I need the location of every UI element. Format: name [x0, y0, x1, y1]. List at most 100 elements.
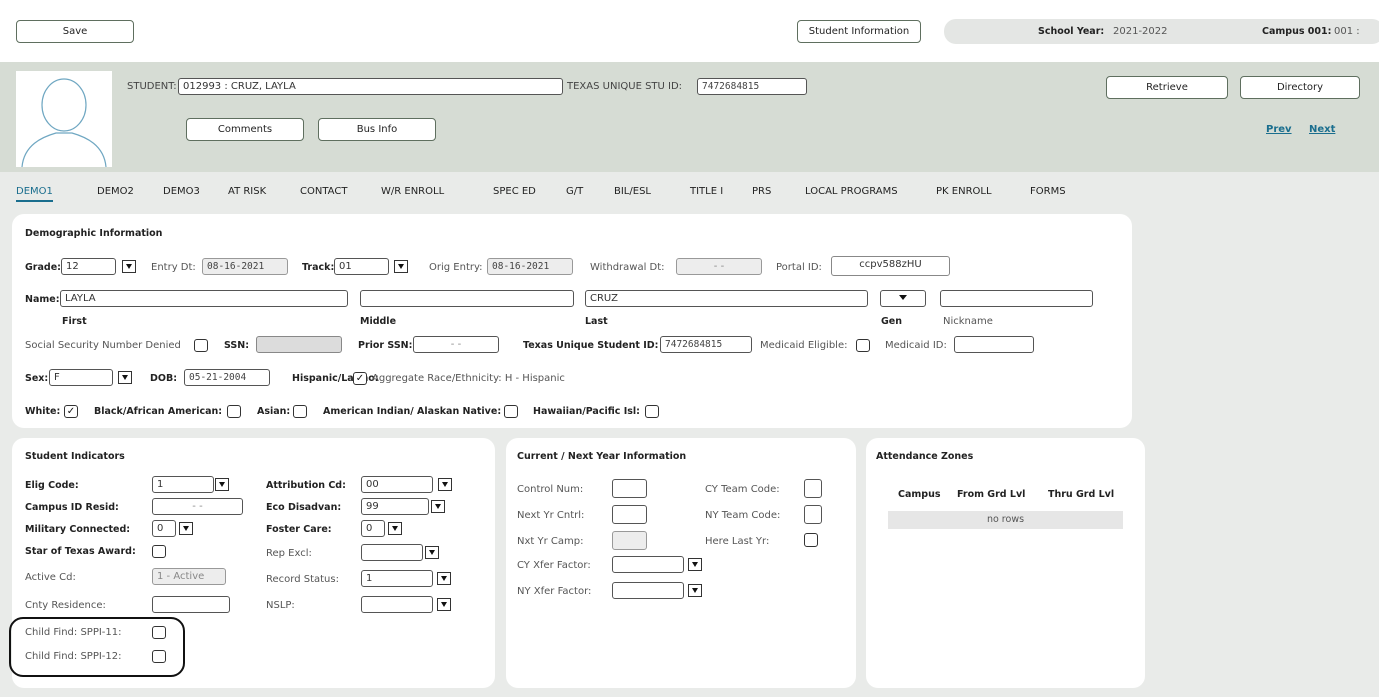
tab-contact[interactable]: CONTACT — [300, 186, 347, 197]
ny-xfer-field[interactable] — [612, 582, 684, 599]
tab-gt[interactable]: G/T — [566, 186, 583, 197]
nickname-caption: Nickname — [943, 316, 993, 327]
next-yr-cntrl-field[interactable] — [612, 505, 647, 524]
asian-label: Asian: — [257, 406, 291, 417]
sex-field[interactable]: F — [49, 369, 113, 386]
campus-id-resid-field[interactable]: - - — [152, 498, 243, 515]
entry-dt-field: 08-16-2021 — [202, 258, 288, 275]
student-field[interactable]: 012993 : CRUZ, LAYLA — [178, 78, 563, 95]
cy-xfer-dropdown-icon[interactable] — [688, 558, 702, 571]
ssn-label: SSN: — [224, 340, 250, 351]
gen-select[interactable] — [880, 290, 926, 307]
tab-local-programs[interactable]: LOCAL PROGRAMS — [805, 186, 898, 197]
dob-field[interactable]: 05-21-2004 — [184, 369, 270, 386]
last-name-field[interactable]: CRUZ — [585, 290, 868, 307]
tab-demo2[interactable]: DEMO2 — [97, 186, 134, 197]
grade-dropdown-icon[interactable] — [122, 260, 136, 273]
nickname-field[interactable] — [940, 290, 1093, 307]
active-cd-label: Active Cd: — [25, 572, 76, 583]
tab-forms[interactable]: FORMS — [1030, 186, 1066, 197]
nslp-dropdown-icon[interactable] — [437, 598, 451, 611]
tab-demo3[interactable]: DEMO3 — [163, 186, 200, 197]
tab-title-i[interactable]: TITLE I — [690, 186, 723, 197]
middle-name-field[interactable] — [360, 290, 574, 307]
track-label: Track: — [302, 262, 335, 273]
foster-care-label: Foster Care: — [266, 524, 332, 535]
eco-dropdown-icon[interactable] — [431, 500, 445, 513]
star-of-texas-checkbox[interactable] — [152, 545, 166, 558]
record-status-dropdown-icon[interactable] — [437, 572, 451, 585]
ssn-denied-label: Social Security Number Denied — [25, 340, 181, 351]
medicaid-id-field[interactable] — [954, 336, 1034, 353]
ssn-field[interactable] — [256, 336, 342, 353]
tab-spec-ed[interactable]: SPEC ED — [493, 186, 536, 197]
last-caption: Last — [585, 316, 608, 327]
ny-team-code-label: NY Team Code: — [705, 510, 781, 521]
prev-link[interactable]: Prev — [1266, 124, 1292, 135]
eco-disadvan-field[interactable]: 99 — [361, 498, 429, 515]
directory-button[interactable]: Directory — [1240, 76, 1360, 99]
nslp-field[interactable] — [361, 596, 433, 613]
record-status-label: Record Status: — [266, 574, 339, 585]
next-link[interactable]: Next — [1309, 124, 1335, 135]
save-button[interactable]: Save — [16, 20, 134, 43]
foster-dropdown-icon[interactable] — [388, 522, 402, 535]
attribution-cd-field[interactable]: 00 — [361, 476, 433, 493]
attendance-zones-title: Attendance Zones — [876, 451, 974, 462]
military-connected-field[interactable]: 0 — [152, 520, 176, 537]
hispanic-checkbox[interactable]: ✓ — [353, 372, 367, 385]
ny-team-code-field[interactable] — [804, 505, 822, 524]
retrieve-button[interactable]: Retrieve — [1106, 76, 1228, 99]
white-checkbox[interactable]: ✓ — [64, 405, 78, 418]
track-dropdown-icon[interactable] — [394, 260, 408, 273]
prior-ssn-field[interactable]: - - — [413, 336, 499, 353]
col-thru-grd-lvl: Thru Grd Lvl — [1048, 489, 1115, 500]
hawaiian-checkbox[interactable] — [645, 405, 659, 418]
elig-code-dropdown-icon[interactable] — [215, 478, 229, 491]
tab-at-risk[interactable]: AT RISK — [228, 186, 266, 197]
tx-student-id-label: Texas Unique Student ID: — [523, 340, 659, 351]
foster-care-field[interactable]: 0 — [361, 520, 385, 537]
tab-prs[interactable]: PRS — [752, 186, 771, 197]
tsid-field[interactable]: 7472684815 — [697, 78, 807, 95]
medicaid-eligible-checkbox[interactable] — [856, 339, 870, 352]
track-field[interactable]: 01 — [334, 258, 389, 275]
military-dropdown-icon[interactable] — [179, 522, 193, 535]
american-indian-checkbox[interactable] — [504, 405, 518, 418]
grade-label: Grade: — [25, 262, 61, 273]
rep-excl-dropdown-icon[interactable] — [425, 546, 439, 559]
portal-id-field[interactable]: ccpv588zHU — [831, 256, 950, 276]
child-find-sppi-11-checkbox[interactable] — [152, 626, 166, 639]
ny-xfer-dropdown-icon[interactable] — [688, 584, 702, 597]
child-find-sppi-12-label: Child Find: SPPI-12: — [25, 651, 122, 662]
cnty-residence-field[interactable] — [152, 596, 230, 613]
tab-wr-enroll[interactable]: W/R ENROLL — [381, 186, 444, 197]
asian-checkbox[interactable] — [293, 405, 307, 418]
tab-demo1[interactable]: DEMO1 — [16, 186, 53, 202]
cy-team-code-field[interactable] — [804, 479, 822, 498]
attribution-dropdown-icon[interactable] — [438, 478, 452, 491]
child-find-sppi-12-checkbox[interactable] — [152, 650, 166, 663]
medicaid-eligible-label: Medicaid Eligible: — [760, 340, 848, 351]
rep-excl-field[interactable] — [361, 544, 423, 561]
student-information-button[interactable]: Student Information — [797, 20, 921, 43]
sex-dropdown-icon[interactable] — [118, 371, 132, 384]
elig-code-field[interactable]: 1 — [152, 476, 214, 493]
cy-xfer-field[interactable] — [612, 556, 684, 573]
tab-bil-esl[interactable]: BIL/ESL — [614, 186, 651, 197]
bus-info-button[interactable]: Bus Info — [318, 118, 436, 141]
record-status-field[interactable]: 1 — [361, 570, 433, 587]
grade-field[interactable]: 12 — [61, 258, 116, 275]
campus-value: 001 : — [1334, 26, 1360, 37]
american-indian-label: American Indian/ Alaskan Native: — [323, 406, 502, 417]
tab-pk-enroll[interactable]: PK ENROLL — [936, 186, 992, 197]
nxt-yr-camp-field — [612, 531, 647, 550]
first-name-field[interactable]: LAYLA — [60, 290, 348, 307]
black-checkbox[interactable] — [227, 405, 241, 418]
ssn-denied-checkbox[interactable] — [194, 339, 208, 352]
here-last-yr-checkbox[interactable] — [804, 533, 818, 547]
tx-student-id-field[interactable]: 7472684815 — [660, 336, 752, 353]
control-num-field[interactable] — [612, 479, 647, 498]
elig-code-label: Elig Code: — [25, 480, 79, 491]
comments-button[interactable]: Comments — [186, 118, 304, 141]
